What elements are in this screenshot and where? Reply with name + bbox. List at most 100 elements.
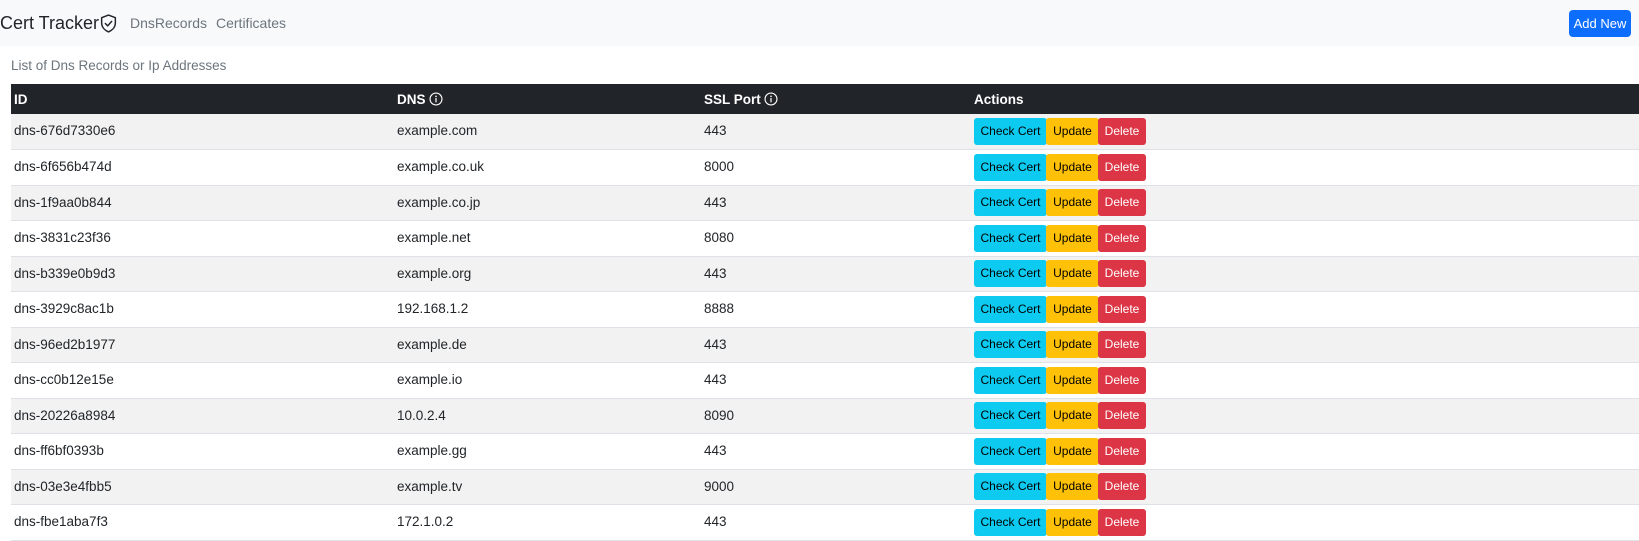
delete-button[interactable]: Delete bbox=[1098, 331, 1146, 359]
column-header-ssl-port-label: SSL Port bbox=[704, 91, 761, 107]
column-header-dns-label: DNS bbox=[397, 91, 426, 107]
check-cert-button[interactable]: Check Cert bbox=[974, 189, 1047, 217]
column-header-ssl-port: SSL Port bbox=[701, 84, 971, 114]
delete-button[interactable]: Delete bbox=[1098, 153, 1146, 181]
table-row: dns-b339e0b9d3 example.org 443 Check Cert Up… bbox=[11, 256, 1639, 292]
record-actions-cell: Check Cert Update Delete bbox=[971, 363, 1639, 399]
column-header-actions: Actions bbox=[971, 84, 1639, 114]
record-port-cell: 443 bbox=[704, 123, 727, 138]
delete-button[interactable]: Delete bbox=[1098, 437, 1146, 465]
record-port-cell: 8080 bbox=[704, 230, 735, 245]
record-id-cell: dns-3831c23f36 bbox=[14, 230, 111, 245]
check-cert-button[interactable]: Check Cert bbox=[974, 260, 1047, 288]
check-cert-button[interactable]: Check Cert bbox=[974, 224, 1047, 252]
record-actions-cell: Check Cert Update Delete bbox=[971, 185, 1639, 221]
check-cert-button[interactable]: Check Cert bbox=[974, 366, 1047, 394]
delete-button[interactable]: Delete bbox=[1098, 224, 1146, 252]
table-row: dns-ff6bf0393b example.gg 443 Check Cert Upd… bbox=[11, 434, 1639, 470]
record-actions-cell: Check Cert Update Delete bbox=[971, 256, 1639, 292]
check-cert-button[interactable]: Check Cert bbox=[974, 508, 1047, 536]
record-actions-cell: Check Cert Update Delete bbox=[971, 505, 1639, 541]
dns-records-table: ID DNS SSL Port Actions dns-676d7330e6 ex… bbox=[11, 84, 1639, 541]
table-row: dns-cc0b12e15e example.io 443 Check Cert Upd… bbox=[11, 363, 1639, 399]
record-dns-cell: 192.168.1.2 bbox=[397, 301, 469, 316]
update-button[interactable]: Update bbox=[1046, 189, 1099, 217]
check-cert-button[interactable]: Check Cert bbox=[974, 153, 1047, 181]
add-new-button[interactable]: Add New bbox=[1569, 10, 1631, 37]
record-port-cell: 8888 bbox=[704, 301, 735, 316]
record-actions-cell: Check Cert Update Delete bbox=[971, 398, 1639, 434]
table-row: dns-03e3e4fbb5 example.tv 9000 Check Cert Up… bbox=[11, 469, 1639, 505]
record-port-cell: 443 bbox=[704, 443, 727, 458]
update-button[interactable]: Update bbox=[1046, 295, 1099, 323]
column-header-id: ID bbox=[11, 84, 394, 114]
delete-button[interactable]: Delete bbox=[1098, 260, 1146, 288]
column-header-actions-label: Actions bbox=[974, 91, 1024, 107]
check-cert-button[interactable]: Check Cert bbox=[974, 402, 1047, 430]
brand[interactable]: Cert Tracker bbox=[0, 12, 117, 34]
update-button[interactable]: Update bbox=[1046, 331, 1099, 359]
delete-button[interactable]: Delete bbox=[1098, 508, 1146, 536]
table-body: dns-676d7330e6 example.com 443 Check Cert Up… bbox=[11, 114, 1639, 540]
brand-title: Cert Tracker bbox=[0, 13, 100, 33]
nav-link-dnsrecords[interactable]: DnsRecords bbox=[130, 15, 207, 32]
record-port-cell: 8090 bbox=[704, 407, 735, 423]
update-button[interactable]: Update bbox=[1046, 508, 1099, 536]
delete-button[interactable]: Delete bbox=[1098, 366, 1146, 394]
navbar: Cert Tracker DnsRecords Certificates Add… bbox=[0, 0, 1639, 46]
record-id-cell: dns-b339e0b9d3 bbox=[14, 265, 116, 281]
table-row: dns-6f656b474d example.co.uk 8000 Check Cer… bbox=[11, 150, 1639, 185]
update-button[interactable]: Update bbox=[1046, 437, 1099, 465]
delete-button[interactable]: Delete bbox=[1098, 295, 1146, 323]
record-dns-cell: example.tv bbox=[397, 478, 463, 494]
record-dns-cell: 10.0.2.4 bbox=[397, 407, 446, 423]
record-dns-cell: example.de bbox=[397, 336, 467, 352]
record-dns-cell: example.co.uk bbox=[397, 159, 485, 174]
check-cert-button[interactable]: Check Cert bbox=[974, 331, 1047, 359]
info-circle-icon[interactable] bbox=[428, 91, 443, 106]
record-id-cell: dns-96ed2b1977 bbox=[14, 336, 116, 352]
column-header-dns: DNS bbox=[394, 84, 701, 114]
record-id-cell: dns-1f9aa0b844 bbox=[14, 194, 112, 210]
update-button[interactable]: Update bbox=[1046, 260, 1099, 288]
column-header-id-label: ID bbox=[14, 91, 28, 107]
update-button[interactable]: Update bbox=[1046, 366, 1099, 394]
record-port-cell: 8000 bbox=[704, 159, 735, 174]
check-cert-button[interactable]: Check Cert bbox=[974, 473, 1047, 501]
record-port-cell: 443 bbox=[704, 265, 727, 281]
info-circle-icon[interactable] bbox=[764, 91, 778, 106]
delete-button[interactable]: Delete bbox=[1098, 189, 1146, 217]
check-cert-button[interactable]: Check Cert bbox=[974, 437, 1047, 465]
record-dns-cell: example.io bbox=[397, 372, 463, 387]
update-button[interactable]: Update bbox=[1046, 473, 1099, 501]
table-row: dns-676d7330e6 example.com 443 Check Cert Up… bbox=[11, 114, 1639, 150]
record-dns-cell: 172.1.0.2 bbox=[397, 514, 454, 529]
update-button[interactable]: Update bbox=[1046, 402, 1099, 430]
record-id-cell: dns-20226a8984 bbox=[14, 407, 116, 423]
record-id-cell: dns-6f656b474d bbox=[14, 159, 112, 174]
update-button[interactable]: Update bbox=[1046, 224, 1099, 252]
record-dns-cell: example.com bbox=[397, 123, 478, 138]
delete-button[interactable]: Delete bbox=[1098, 118, 1146, 145]
record-dns-cell: example.net bbox=[397, 230, 471, 245]
delete-button[interactable]: Delete bbox=[1098, 402, 1146, 430]
table-caption: List of Dns Records or Ip Addresses bbox=[11, 58, 227, 73]
update-button[interactable]: Update bbox=[1046, 118, 1099, 145]
record-actions-cell: Check Cert Update Delete bbox=[971, 469, 1639, 505]
record-id-cell: dns-03e3e4fbb5 bbox=[14, 478, 112, 494]
nav-link-certificates[interactable]: Certificates bbox=[216, 15, 286, 32]
record-port-cell: 443 bbox=[704, 514, 727, 529]
record-id-cell: dns-fbe1aba7f3 bbox=[14, 514, 108, 529]
table-row: dns-3929c8ac1b 192.168.1.2 8888 Check Cert U… bbox=[11, 292, 1639, 327]
record-port-cell: 443 bbox=[704, 194, 727, 210]
record-actions-cell: Check Cert Update Delete bbox=[971, 434, 1639, 470]
table-row: dns-96ed2b1977 example.de 443 Check Cert Upd… bbox=[11, 327, 1639, 363]
record-port-cell: 9000 bbox=[704, 478, 735, 494]
record-port-cell: 443 bbox=[704, 336, 727, 352]
table-row: dns-20226a8984 10.0.2.4 8090 Check Cert Upda… bbox=[11, 398, 1639, 434]
update-button[interactable]: Update bbox=[1046, 153, 1099, 181]
record-actions-cell: Check Cert Update Delete bbox=[971, 114, 1639, 150]
delete-button[interactable]: Delete bbox=[1098, 473, 1146, 501]
check-cert-button[interactable]: Check Cert bbox=[974, 118, 1047, 145]
check-cert-button[interactable]: Check Cert bbox=[974, 295, 1047, 323]
